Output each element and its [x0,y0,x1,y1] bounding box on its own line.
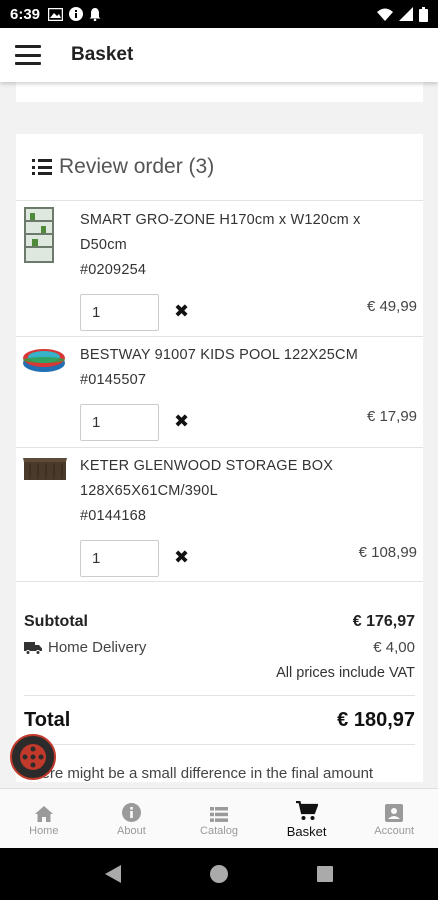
home-icon [34,806,53,822]
battery-icon [419,6,428,22]
basket-content[interactable]: Review order (3) SMART GRO-ZONE H170cm x… [0,82,438,788]
nav-account-label: Account [374,825,415,837]
review-order-title: Review order (3) [59,155,215,178]
subtotal-label: Subtotal [24,613,88,630]
signal-icon [399,7,413,21]
account-icon [385,804,404,822]
home-button-icon[interactable] [209,865,228,883]
basket-item: SMART GRO-ZONE H170cm x W120cm x D50cm #… [16,201,423,337]
item-sku: #0145507 [80,372,147,388]
quantity-input[interactable]: 1 [80,540,159,577]
previous-section-card [16,82,423,102]
gallery-icon [48,7,64,21]
nav-catalog[interactable]: Catalog [175,789,263,848]
total-label: Total [24,708,71,731]
item-name: KETER GLENWOOD STORAGE BOX [80,458,334,474]
dots-menu-icon [20,744,46,770]
system-navigation-bar [0,848,438,900]
nav-basket[interactable]: Basket [263,789,351,848]
item-name-cont: 128X65X61CM/390L [80,483,218,499]
nav-about[interactable]: About [88,789,176,848]
kids-pool-image [23,349,65,372]
basket-item: BESTWAY 91007 KIDS POOL 122X25CM #014550… [16,337,423,448]
app-bar: Basket [0,28,438,82]
menu-icon[interactable] [15,45,41,65]
catalog-icon [209,807,228,822]
delivery-truck-icon [24,641,42,655]
item-sku: #0144168 [80,508,147,524]
total-value: € 180,97 [337,708,415,731]
info-status-icon [69,7,84,21]
floating-action-button[interactable] [10,734,56,780]
item-sku: #0209254 [80,262,147,278]
recents-icon[interactable] [317,866,334,882]
item-name: SMART GRO-ZONE H170cm x W120cm x [80,212,361,228]
back-icon[interactable] [104,865,121,883]
nav-home[interactable]: Home [0,789,88,848]
basket-item: KETER GLENWOOD STORAGE BOX 128X65X61CM/3… [16,448,423,582]
info-icon [121,803,141,822]
storage-box-image [23,458,67,480]
difference-note: There might be a small difference in the… [24,765,374,782]
delivery-value: € 4,00 [373,639,415,656]
order-totals: Subtotal € 176,97 Home Delivery € 4,00 A… [16,610,423,782]
delivery-label: Home Delivery [48,639,147,656]
nav-about-label: About [117,825,146,837]
item-price: € 108,99 [358,544,417,561]
divider [24,744,415,745]
status-bar: 6:39 [0,0,438,28]
nav-home-label: Home [29,825,59,837]
quantity-input[interactable]: 1 [80,404,159,441]
review-order-card: Review order (3) SMART GRO-ZONE H170cm x… [16,134,423,782]
list-icon [32,159,52,175]
bottom-navigation: Home About Catalog Basket Account [0,788,438,848]
cart-icon [295,800,318,820]
review-order-header: Review order (3) [16,134,423,201]
nav-basket-label: Basket [286,823,327,839]
nav-catalog-label: Catalog [200,825,238,837]
page-title: Basket [71,44,134,65]
nav-account[interactable]: Account [350,789,438,848]
remove-item-icon[interactable]: ✖ [174,411,189,432]
item-price: € 49,99 [366,298,417,315]
item-name: BESTWAY 91007 KIDS POOL 122X25CM [80,347,358,363]
item-price: € 17,99 [366,408,417,425]
notification-bell-icon [89,8,101,21]
greenhouse-image [24,207,54,263]
subtotal-value: € 176,97 [352,613,415,630]
remove-item-icon[interactable]: ✖ [174,547,189,568]
status-time: 6:39 [10,5,41,23]
item-name-cont: D50cm [80,237,127,253]
vat-note: All prices include VAT [276,665,415,681]
quantity-input[interactable]: 1 [80,294,159,331]
wifi-icon [377,8,393,21]
remove-item-icon[interactable]: ✖ [174,301,189,322]
